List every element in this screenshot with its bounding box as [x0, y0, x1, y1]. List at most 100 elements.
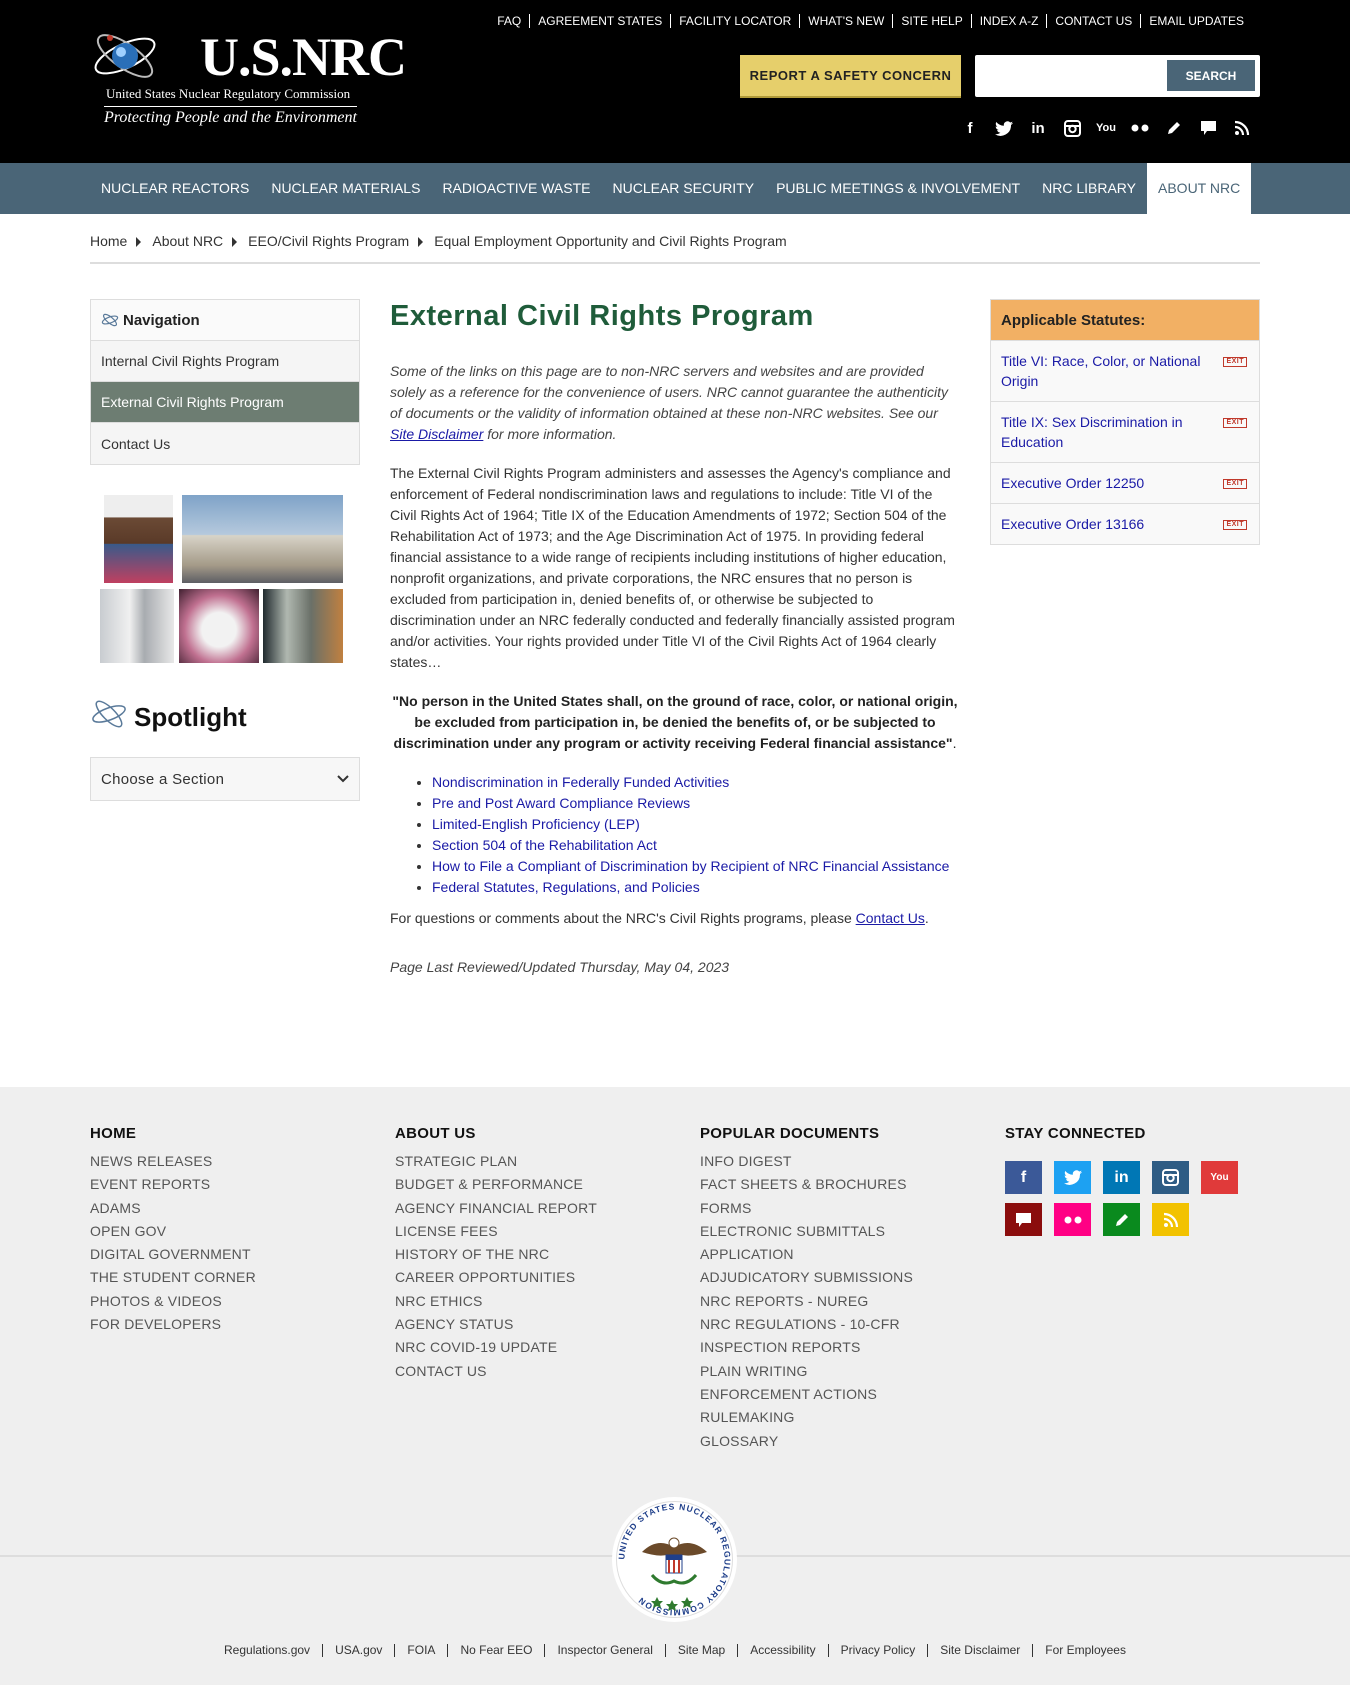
footer-link[interactable]: DIGITAL GOVERNMENT	[90, 1243, 370, 1266]
footer-link[interactable]: NRC ETHICS	[395, 1290, 675, 1313]
facebook-icon[interactable]: f	[960, 118, 980, 138]
footer-link[interactable]: THE STUDENT CORNER	[90, 1266, 370, 1289]
footer-link[interactable]: NRC REPORTS - NUREG	[700, 1290, 980, 1313]
footer-link[interactable]: STRATEGIC PLAN	[395, 1150, 675, 1173]
breadcrumb-home[interactable]: Home	[90, 233, 127, 249]
footer-link[interactable]: NRC REGULATIONS - 10-CFR	[700, 1313, 980, 1336]
search-button[interactable]: SEARCH	[1167, 60, 1255, 91]
link-file-complaint[interactable]: How to File a Compliant of Discriminatio…	[432, 858, 949, 874]
top-link-site-help[interactable]: SITE HELP	[892, 14, 970, 28]
top-link-facility-locator[interactable]: FACILITY LOCATOR	[670, 14, 799, 28]
footer-link[interactable]: OPEN GOV	[90, 1220, 370, 1243]
footer-link[interactable]: PLAIN WRITING	[700, 1360, 980, 1383]
top-link-whats-new[interactable]: WHAT'S NEW	[799, 14, 892, 28]
pencil-icon[interactable]	[1103, 1203, 1140, 1236]
statute-title-vi[interactable]: Title VI: Race, Color, or National Origi…	[1001, 351, 1206, 391]
footer-link[interactable]: ADJUDICATORY SUBMISSIONS	[700, 1266, 980, 1289]
nav-nuclear-materials[interactable]: NUCLEAR MATERIALS	[260, 163, 431, 214]
sidebar-navigation: Navigation Internal Civil Rights Program…	[90, 299, 360, 465]
footer-bottom-link[interactable]: Regulations.gov	[212, 1644, 322, 1657]
top-link-faq[interactable]: FAQ	[489, 14, 529, 28]
nrc-logo[interactable]: U.S.NRC United States Nuclear Regulatory…	[90, 18, 407, 126]
report-safety-concern-button[interactable]: REPORT A SAFETY CONCERN	[740, 55, 961, 96]
statute-title-ix[interactable]: Title IX: Sex Discrimination in Educatio…	[1001, 412, 1206, 452]
list-item: Limited-English Proficiency (LEP)	[432, 814, 960, 835]
statute-eo-12250[interactable]: Executive Order 12250	[1001, 473, 1206, 493]
sidebar-item-internal[interactable]: Internal Civil Rights Program	[91, 341, 359, 382]
youtube-icon[interactable]: You	[1096, 118, 1116, 138]
footer-link[interactable]: APPLICATION	[700, 1243, 980, 1266]
flickr-icon[interactable]	[1130, 118, 1150, 138]
footer-bottom-link[interactable]: Site Disclaimer	[927, 1644, 1032, 1657]
facebook-icon[interactable]: f	[1005, 1161, 1042, 1194]
footer-link[interactable]: BUDGET & PERFORMANCE	[395, 1173, 675, 1196]
footer-bottom-link[interactable]: FOIA	[394, 1644, 447, 1657]
footer-link[interactable]: ADAMS	[90, 1197, 370, 1220]
instagram-icon[interactable]	[1152, 1161, 1189, 1194]
link-section-504[interactable]: Section 504 of the Rehabilitation Act	[432, 837, 657, 853]
comment-icon[interactable]	[1005, 1203, 1042, 1236]
nav-nuclear-reactors[interactable]: NUCLEAR REACTORS	[90, 163, 260, 214]
footer-link[interactable]: PHOTOS & VIDEOS	[90, 1290, 370, 1313]
footer-link[interactable]: ELECTRONIC SUBMITTALS	[700, 1220, 980, 1243]
footer-link[interactable]: FORMS	[700, 1197, 980, 1220]
footer-bottom-link[interactable]: Site Map	[664, 1644, 737, 1657]
twitter-icon[interactable]	[1054, 1161, 1091, 1194]
top-link-contact[interactable]: CONTACT US	[1046, 14, 1140, 28]
footer-link[interactable]: EVENT REPORTS	[90, 1173, 370, 1196]
rss-icon[interactable]	[1152, 1203, 1189, 1236]
footer-link[interactable]: CAREER OPPORTUNITIES	[395, 1266, 675, 1289]
nav-radioactive-waste[interactable]: RADIOACTIVE WASTE	[431, 163, 601, 214]
footer-link[interactable]: ENFORCEMENT ACTIONS	[700, 1383, 980, 1406]
footer-link[interactable]: RULEMAKING	[700, 1406, 980, 1429]
top-link-agreement-states[interactable]: AGREEMENT STATES	[529, 14, 670, 28]
footer-link[interactable]: NRC COVID-19 UPDATE	[395, 1336, 675, 1359]
footer-link[interactable]: AGENCY FINANCIAL REPORT	[395, 1197, 675, 1220]
breadcrumb-about[interactable]: About NRC	[152, 233, 223, 249]
footer-link[interactable]: NEWS RELEASES	[90, 1150, 370, 1173]
breadcrumb-eeo[interactable]: EEO/Civil Rights Program	[248, 233, 409, 249]
sidebar-item-external[interactable]: External Civil Rights Program	[91, 382, 359, 423]
link-compliance-reviews[interactable]: Pre and Post Award Compliance Reviews	[432, 795, 690, 811]
linkedin-icon[interactable]: in	[1103, 1161, 1140, 1194]
footer-link[interactable]: INSPECTION REPORTS	[700, 1336, 980, 1359]
flickr-icon[interactable]	[1054, 1203, 1091, 1236]
nav-nrc-library[interactable]: NRC LIBRARY	[1031, 163, 1147, 214]
pencil-icon[interactable]	[1164, 118, 1184, 138]
top-link-index[interactable]: INDEX A-Z	[970, 14, 1047, 28]
footer-link[interactable]: FOR DEVELOPERS	[90, 1313, 370, 1336]
footer-bottom-link[interactable]: Inspector General	[544, 1644, 664, 1657]
search-input[interactable]	[981, 61, 1131, 91]
link-federal-statutes[interactable]: Federal Statutes, Regulations, and Polic…	[432, 879, 700, 895]
nav-nuclear-security[interactable]: NUCLEAR SECURITY	[602, 163, 766, 214]
site-disclaimer-link[interactable]: Site Disclaimer	[390, 426, 483, 442]
footer-bottom-link[interactable]: For Employees	[1032, 1644, 1138, 1657]
footer-bottom-link[interactable]: No Fear EEO	[447, 1644, 544, 1657]
sidebar-item-contact[interactable]: Contact Us	[91, 423, 359, 464]
youtube-icon[interactable]: You	[1201, 1161, 1238, 1194]
top-link-email-updates[interactable]: EMAIL UPDATES	[1140, 14, 1252, 28]
footer-link[interactable]: AGENCY STATUS	[395, 1313, 675, 1336]
twitter-icon[interactable]	[994, 118, 1014, 138]
choose-section-dropdown[interactable]: Choose a Section	[90, 757, 360, 801]
footer-bottom-link[interactable]: Privacy Policy	[827, 1644, 928, 1657]
footer-bottom-link[interactable]: USA.gov	[322, 1644, 394, 1657]
footer-link[interactable]: CONTACT US	[395, 1360, 675, 1383]
linkedin-icon[interactable]: in	[1028, 118, 1048, 138]
footer-link[interactable]: GLOSSARY	[700, 1430, 980, 1453]
rss-icon[interactable]	[1232, 118, 1252, 138]
instagram-icon[interactable]	[1062, 118, 1082, 138]
footer-bottom-link[interactable]: Accessibility	[737, 1644, 827, 1657]
footer-link[interactable]: INFO DIGEST	[700, 1150, 980, 1173]
link-lep[interactable]: Limited-English Proficiency (LEP)	[432, 816, 640, 832]
comment-icon[interactable]	[1198, 118, 1218, 138]
contact-us-link[interactable]: Contact Us	[856, 910, 925, 926]
link-nondiscrimination[interactable]: Nondiscrimination in Federally Funded Ac…	[432, 774, 729, 790]
footer-link[interactable]: FACT SHEETS & BROCHURES	[700, 1173, 980, 1196]
nav-public-meetings[interactable]: PUBLIC MEETINGS & INVOLVEMENT	[765, 163, 1031, 214]
chevron-right-icon	[418, 237, 424, 247]
footer-link[interactable]: HISTORY OF THE NRC	[395, 1243, 675, 1266]
statute-eo-13166[interactable]: Executive Order 13166	[1001, 514, 1206, 534]
footer-link[interactable]: LICENSE FEES	[395, 1220, 675, 1243]
nav-about-nrc[interactable]: ABOUT NRC	[1147, 163, 1252, 214]
